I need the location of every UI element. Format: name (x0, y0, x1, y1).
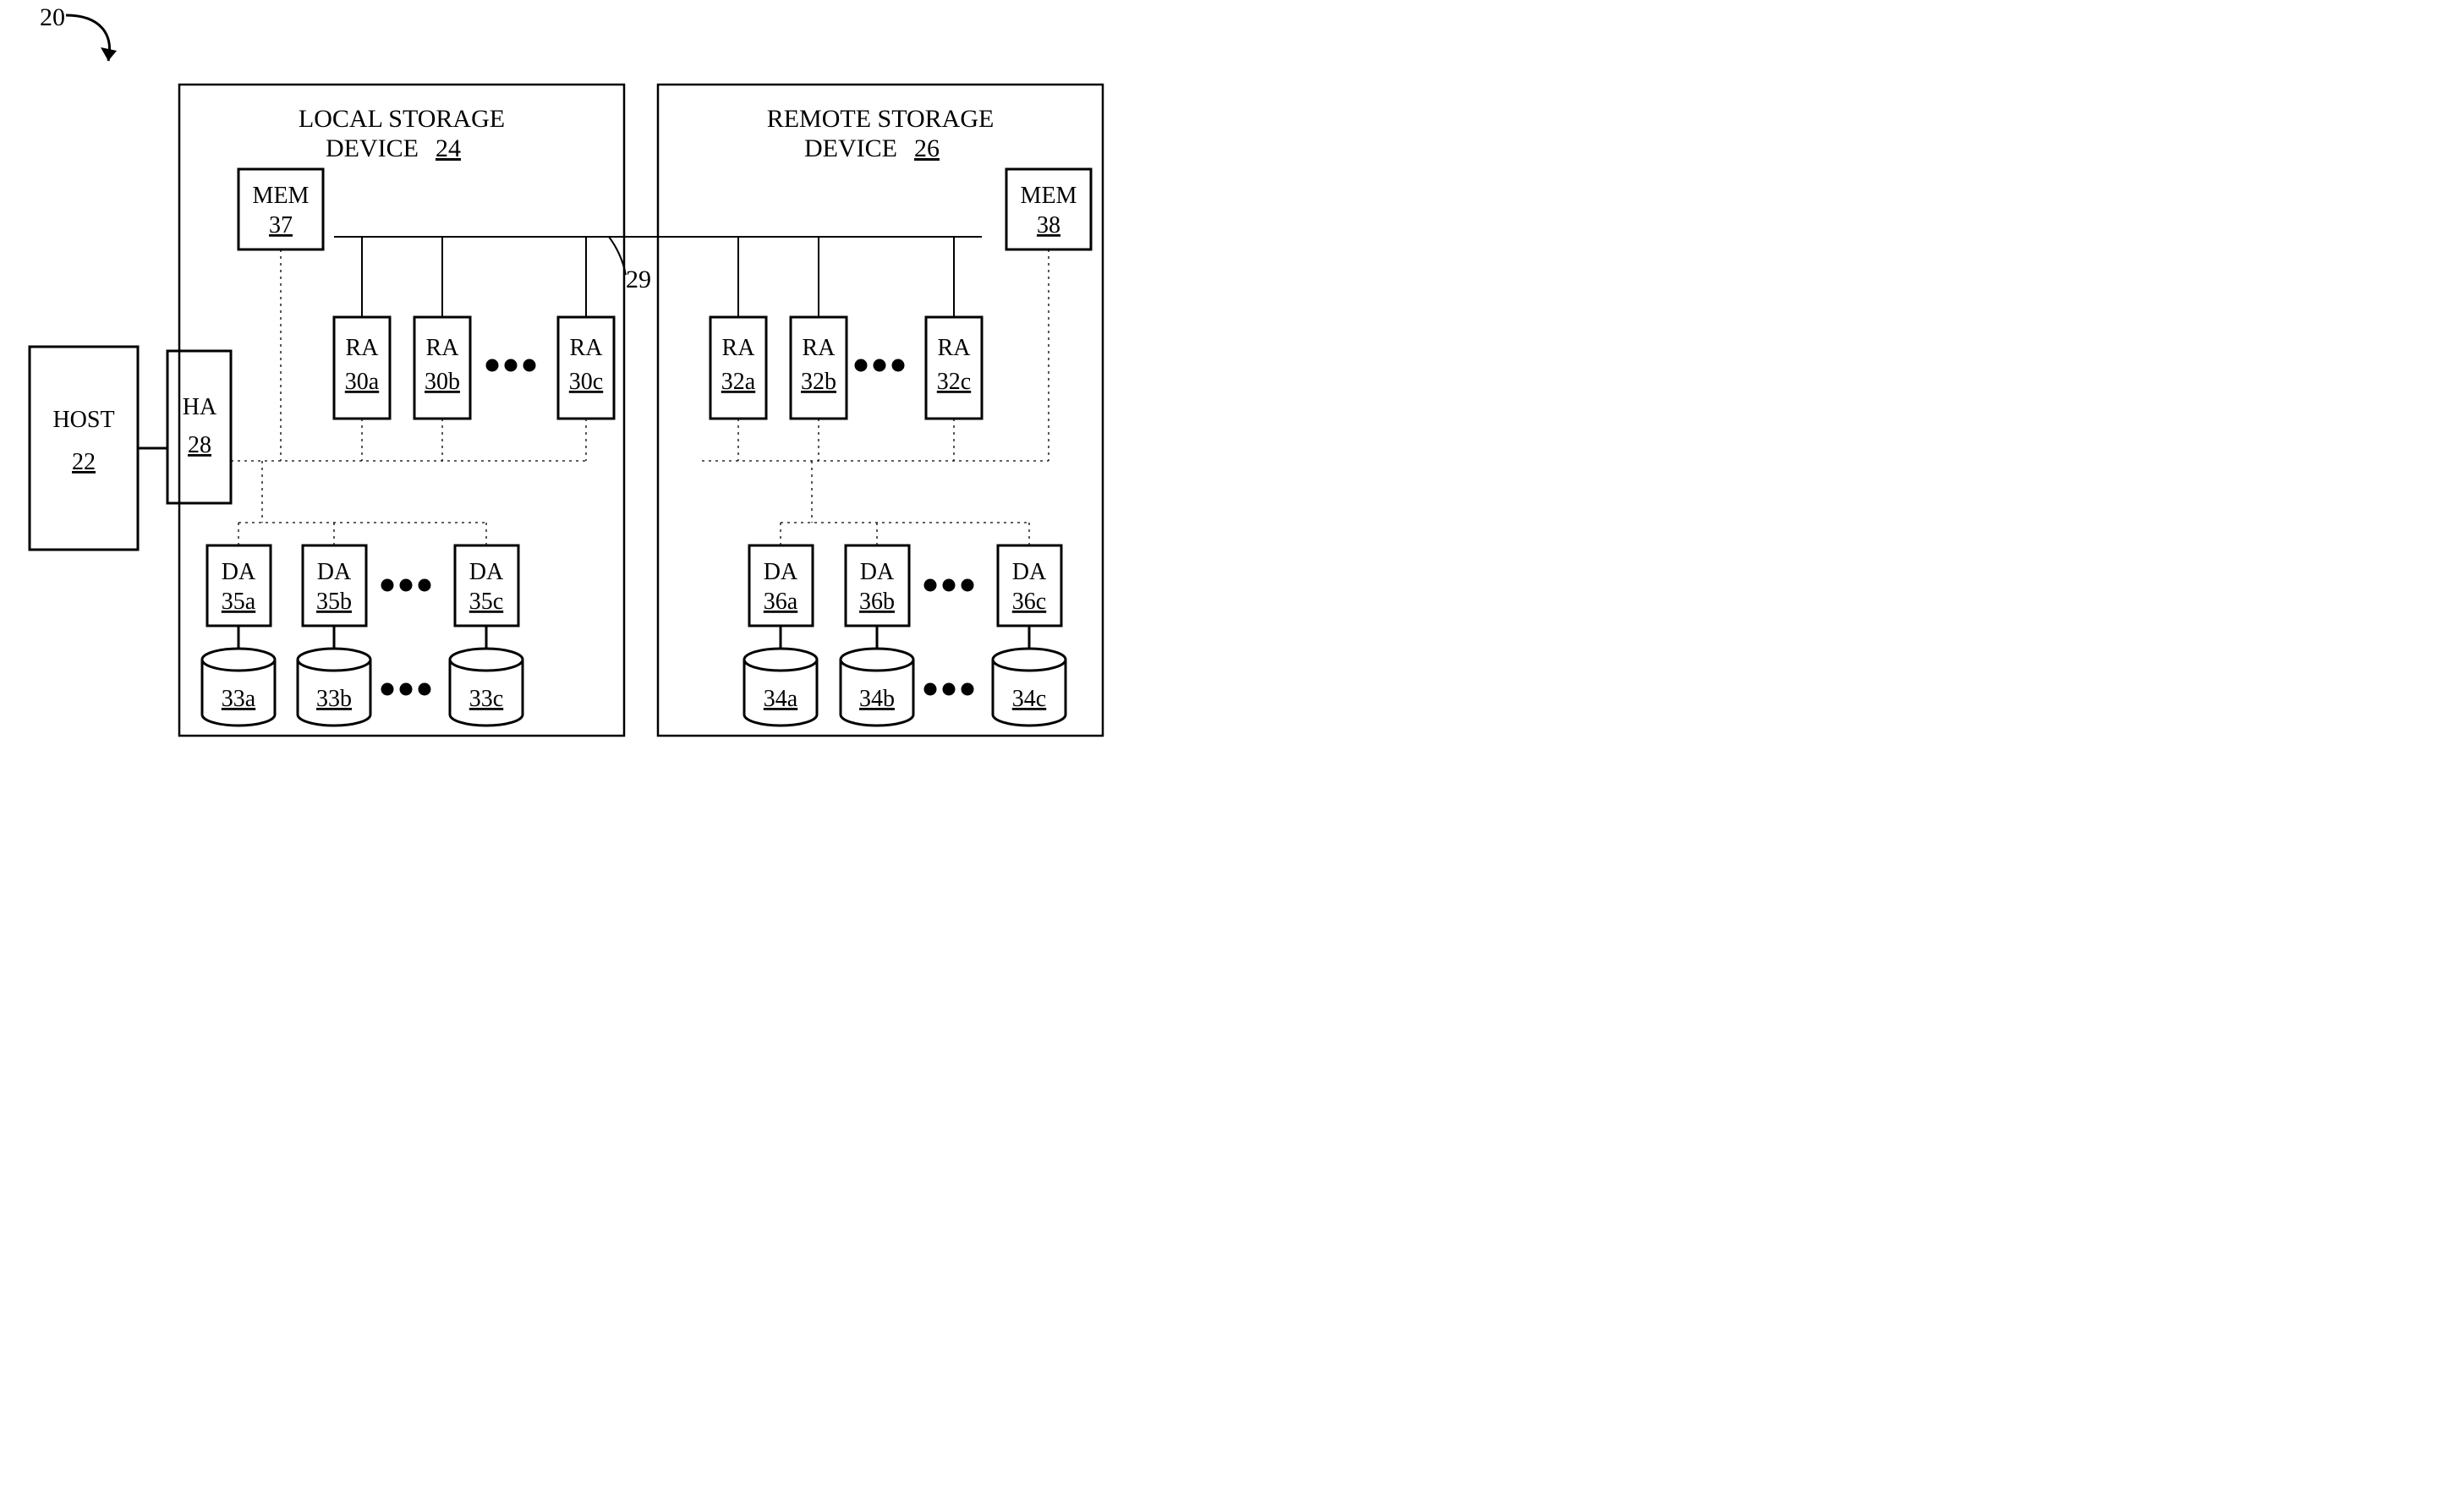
cyl-remote-ref-2: 34c (1012, 686, 1046, 712)
da-remote-ref-1: 36b (859, 589, 895, 615)
da-local-ref-1: 35b (316, 589, 352, 615)
ra-local-ref-1: 30b (425, 369, 460, 395)
cyl-local-ref-2: 33c (469, 686, 503, 712)
da-local-ref-0: 35a (222, 589, 256, 615)
ra-remote-0 (710, 317, 766, 419)
da-local-label-0: DA (222, 559, 256, 585)
da-remote-ref-2: 36c (1012, 589, 1046, 615)
ra-remote-ref-0: 32a (721, 369, 756, 395)
cyl-remote-2-top (993, 649, 1066, 671)
remote-title2: DEVICE (804, 134, 897, 162)
da-local-label-2: DA (469, 559, 504, 585)
ra-local-ref-0: 30a (345, 369, 380, 395)
system-arrow-head (101, 47, 117, 61)
da-local-ellipsis-dot-2 (419, 579, 431, 592)
host-ref: 22 (72, 449, 96, 475)
ra-remote-ellipsis-dot-2 (892, 359, 905, 372)
cyl-local-ellipsis-dot-0 (381, 683, 394, 696)
ra-local-2 (558, 317, 614, 419)
da-remote-ellipsis-dot-0 (924, 579, 937, 592)
host-box (30, 347, 138, 550)
cyl-remote-ellipsis-dot-1 (943, 683, 956, 696)
ha-box (167, 351, 231, 503)
ha-label: HA (183, 394, 217, 420)
ra-remote-ref-1: 32b (801, 369, 836, 395)
ra-remote-ellipsis-dot-0 (855, 359, 868, 372)
da-remote-ellipsis-dot-1 (943, 579, 956, 592)
cyl-local-ref-1: 33b (316, 686, 352, 712)
cyl-local-0-top (202, 649, 275, 671)
cyl-remote-0-top (744, 649, 817, 671)
cyl-local-ellipsis-dot-2 (419, 683, 431, 696)
system-arrow-shaft (66, 15, 110, 61)
ra-local-ellipsis-dot-1 (505, 359, 518, 372)
cyl-local-ellipsis-dot-1 (400, 683, 413, 696)
ra-local-0 (334, 317, 390, 419)
ra-local-ellipsis-dot-0 (486, 359, 499, 372)
ra-local-ref-2: 30c (569, 369, 603, 395)
ra-local-ellipsis-dot-2 (523, 359, 536, 372)
link-29-ref: 29 (626, 266, 651, 293)
ha-ref: 28 (188, 432, 211, 458)
da-remote-label-2: DA (1012, 559, 1047, 585)
local-ref: 24 (436, 134, 461, 162)
system-ref: 20 (40, 3, 65, 31)
ra-remote-ellipsis-dot-1 (874, 359, 886, 372)
cyl-remote-ellipsis-dot-0 (924, 683, 937, 696)
mem-remote-ref: 38 (1037, 212, 1060, 238)
cyl-remote-ref-0: 34a (764, 686, 798, 712)
ra-remote-1 (791, 317, 847, 419)
cyl-remote-ref-1: 34b (859, 686, 895, 712)
cyl-local-ref-0: 33a (222, 686, 256, 712)
mem-remote-label: MEM (1021, 183, 1077, 209)
cyl-local-2-top (450, 649, 523, 671)
ra-remote-label-1: RA (803, 335, 836, 361)
ra-remote-label-2: RA (938, 335, 972, 361)
local-title1: LOCAL STORAGE (299, 105, 505, 133)
mem-local-label: MEM (253, 183, 310, 209)
cyl-remote-1-top (841, 649, 913, 671)
host-label: HOST (52, 407, 114, 433)
cyl-remote-ellipsis-dot-2 (962, 683, 974, 696)
da-local-ellipsis-dot-0 (381, 579, 394, 592)
local-title2: DEVICE (326, 134, 419, 162)
ra-remote-label-0: RA (722, 335, 756, 361)
da-local-label-1: DA (317, 559, 352, 585)
da-remote-ellipsis-dot-2 (962, 579, 974, 592)
ra-remote-ref-2: 32c (937, 369, 971, 395)
ra-remote-2 (926, 317, 982, 419)
remote-ref: 26 (914, 134, 940, 162)
ra-local-label-2: RA (570, 335, 604, 361)
cyl-local-1-top (298, 649, 370, 671)
da-local-ellipsis-dot-1 (400, 579, 413, 592)
ra-local-label-0: RA (346, 335, 380, 361)
ra-local-1 (414, 317, 470, 419)
da-local-ref-2: 35c (469, 589, 503, 615)
da-remote-label-1: DA (860, 559, 895, 585)
remote-title1: REMOTE STORAGE (767, 105, 995, 133)
da-remote-label-0: DA (764, 559, 798, 585)
mem-local-ref: 37 (269, 212, 293, 238)
da-remote-ref-0: 36a (764, 589, 798, 615)
ra-local-label-1: RA (426, 335, 460, 361)
